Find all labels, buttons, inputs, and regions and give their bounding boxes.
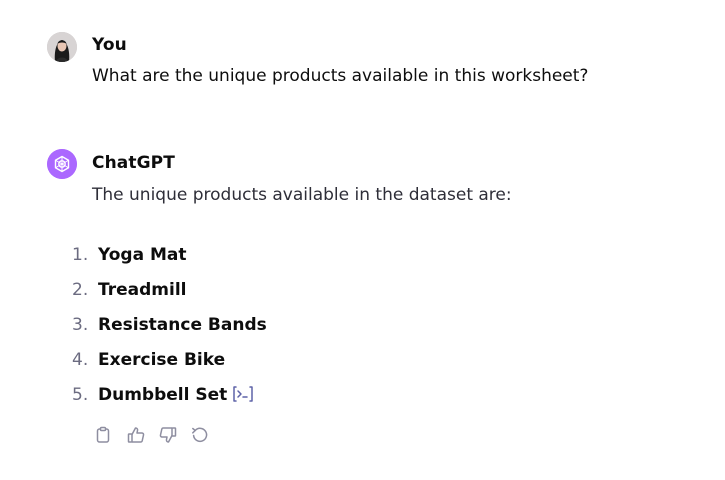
clipboard-icon [96,426,110,443]
code-interpreter-icon[interactable] [232,385,254,408]
list-item-number: 2. [72,280,89,300]
copy-button[interactable] [92,424,114,446]
list-item: 2. Treadmill [72,280,186,304]
list-item-label: Dumbbell Set [98,385,228,405]
list-item-number: 1. [72,245,89,265]
user-avatar [47,32,77,62]
list-item-number: 5. [72,385,89,405]
like-button[interactable] [125,424,147,446]
dislike-button[interactable] [157,424,179,446]
list-item: 5. Dumbbell Set [72,385,254,409]
list-item: 3. Resistance Bands [72,315,267,339]
list-item-number: 3. [72,315,89,335]
assistant-name: ChatGPT [92,153,175,173]
list-item: 1. Yoga Mat [72,245,187,269]
list-item: 4. Exercise Bike [72,350,225,374]
user-photo [47,32,77,62]
assistant-intro: The unique products available in the dat… [92,185,512,205]
chat-thread: You What are the unique products availab… [0,0,725,480]
thumbs-down-icon [159,427,177,443]
regenerate-button[interactable] [189,424,211,446]
list-item-label: Treadmill [98,280,187,300]
list-item-label: Resistance Bands [98,315,267,335]
list-item-number: 4. [72,350,89,370]
assistant-avatar [47,149,77,179]
regenerate-icon [192,427,208,442]
user-name: You [92,35,127,55]
list-item-label: Exercise Bike [98,350,226,370]
list-item-label: Yoga Mat [98,245,187,265]
thumbs-up-icon [127,427,145,443]
openai-logo-icon [47,149,77,179]
user-message: What are the unique products available i… [92,66,589,86]
